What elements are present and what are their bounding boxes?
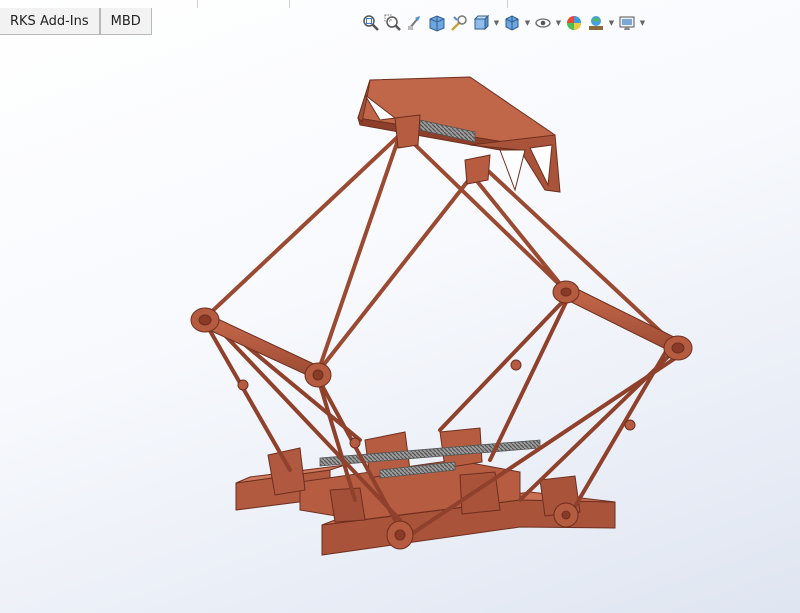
pantograph-3d-model[interactable] [0, 0, 800, 613]
hide-show-items-icon[interactable] [532, 12, 554, 34]
collector-head [357, 76, 561, 193]
upper-arms [203, 128, 677, 374]
heads-up-view-toolbar: ▼ ▼ ▼ ▼ ▼ [360, 12, 647, 34]
command-manager-tabs: RKS Add-Ins MBD [0, 8, 152, 35]
cross-shafts [204, 282, 681, 381]
zoom-to-fit-icon[interactable] [360, 12, 382, 34]
dynamic-annotation-icon[interactable] [448, 12, 470, 34]
apply-scene-icon[interactable] [585, 12, 607, 34]
chevron-down-icon[interactable]: ▼ [638, 12, 647, 34]
previous-view-icon[interactable] [404, 12, 426, 34]
chevron-down-icon[interactable]: ▼ [523, 12, 532, 34]
display-style-icon[interactable] [501, 12, 523, 34]
edit-appearance-icon[interactable] [563, 12, 585, 34]
top-divider [0, 0, 800, 8]
chevron-down-icon[interactable]: ▼ [607, 12, 616, 34]
zoom-to-area-icon[interactable] [382, 12, 404, 34]
base-frame [235, 427, 616, 556]
view-settings-icon[interactable] [616, 12, 638, 34]
tab-mbd[interactable]: MBD [99, 8, 152, 35]
chevron-down-icon[interactable]: ▼ [492, 12, 501, 34]
section-view-icon[interactable] [426, 12, 448, 34]
chevron-down-icon[interactable]: ▼ [554, 12, 563, 34]
tab-addins[interactable]: RKS Add-Ins [0, 8, 100, 35]
view-orientation-icon[interactable] [470, 12, 492, 34]
